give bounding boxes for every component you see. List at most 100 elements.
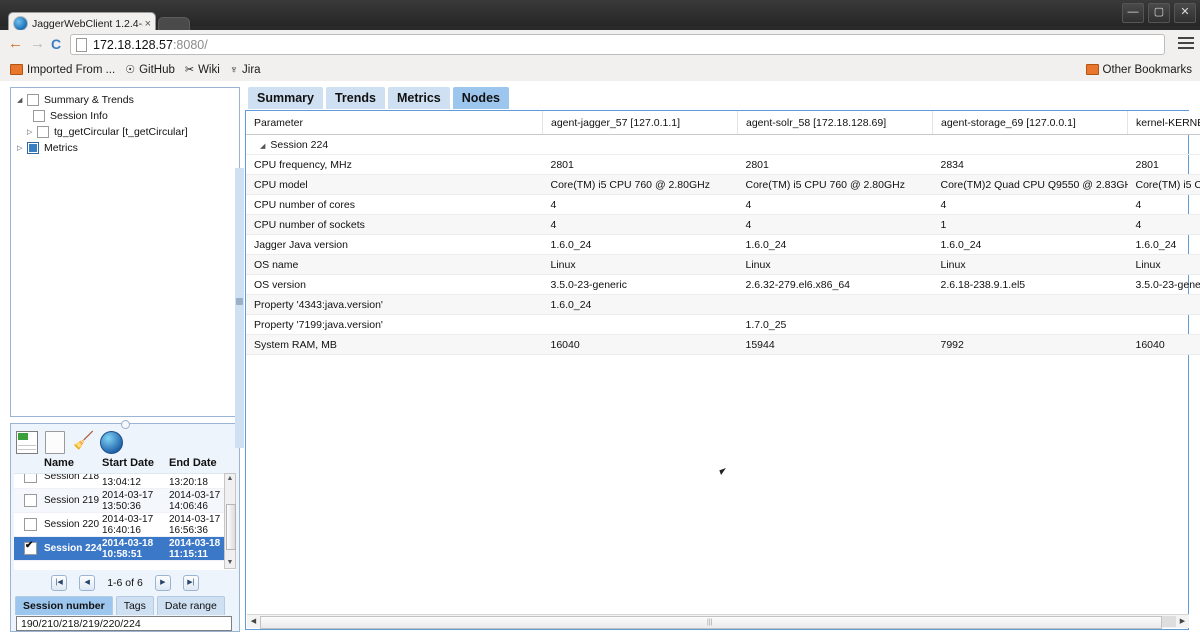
param-value: 1.7.0_25	[737, 314, 933, 335]
column-header-parameter[interactable]: Parameter	[246, 111, 543, 135]
table-row[interactable]: Session 220 2014-03-17 16:40:16 2014-03-…	[14, 513, 236, 537]
param-value: Linux	[932, 254, 1128, 275]
table-row-selected[interactable]: Session 224 2014-03-18 10:58:51 2014-03-…	[14, 537, 236, 561]
param-name: Property '4343:java.version'	[246, 294, 543, 315]
table-row[interactable]: Session 218 2014-03-17 13:04:12 2014-03-…	[14, 474, 236, 489]
scroll-left-icon[interactable]: ◀	[248, 616, 259, 627]
main-tabs: Summary Trends Metrics Nodes	[248, 87, 509, 109]
web-globe-icon[interactable]	[99, 430, 123, 454]
row-checkbox[interactable]	[24, 474, 37, 483]
checkbox-icon[interactable]	[27, 94, 39, 106]
tab-nodes[interactable]: Nodes	[452, 87, 509, 109]
param-value: 3.5.0-23-generic	[1127, 274, 1200, 295]
param-value: 1.6.0_24	[542, 294, 738, 315]
param-value: 4	[1127, 194, 1200, 215]
scroll-up-icon[interactable]: ▲	[225, 474, 235, 484]
address-bar[interactable]: 172.18.128.57:8080/	[70, 34, 1165, 55]
chevron-down-icon[interactable]: ◢	[17, 96, 27, 104]
session-start-date: 2014-03-18 10:58:51	[102, 537, 154, 560]
param-value: 4	[542, 194, 738, 215]
param-value: 1.6.0_24	[542, 234, 738, 255]
column-header-kernel[interactable]: kernel-KERNEL--108391956	[1127, 111, 1200, 135]
url-text: 172.18.128.57:8080/	[93, 38, 208, 52]
bookmark-github[interactable]: ☉ GitHub	[125, 63, 175, 77]
right-column: Summary Trends Metrics Nodes Parameter a…	[245, 87, 1200, 632]
scroll-right-icon[interactable]: ▶	[1177, 616, 1188, 627]
checkbox-icon[interactable]	[37, 126, 49, 138]
chevron-right-icon[interactable]: ▷	[27, 128, 37, 136]
row-checkbox[interactable]	[24, 518, 37, 531]
horizontal-scrollbar[interactable]: ◀ ||| ▶	[247, 614, 1189, 629]
table-row: Property '7199:java.version' 1.7.0_25	[246, 314, 1200, 335]
column-header-name: Name	[44, 457, 74, 469]
tree-item-metrics[interactable]: ▷ Metrics	[11, 140, 239, 156]
other-bookmarks[interactable]: Other Bookmarks	[1085, 64, 1192, 76]
chevron-right-icon[interactable]: ▷	[17, 144, 27, 152]
column-header-agent-jagger[interactable]: agent-jagger_57 [127.0.1.1]	[542, 111, 738, 135]
sessions-vertical-scrollbar[interactable]: ▲ ▼	[224, 473, 236, 569]
tab-trends[interactable]: Trends	[325, 87, 385, 109]
tab-close-icon[interactable]: ×	[145, 18, 151, 30]
clear-broom-icon[interactable]: 🧹	[71, 430, 95, 454]
first-page-button[interactable]: |◀	[51, 575, 68, 591]
prev-page-button[interactable]: ◀	[79, 575, 96, 591]
table-row: CPU frequency, MHz 2801 2801 2834 2801	[246, 154, 1200, 175]
column-header-start-date: Start Date	[102, 457, 154, 469]
sessions-table-body[interactable]: Session 218 2014-03-17 13:04:12 2014-03-…	[14, 473, 236, 570]
jagger-app: ◢ Summary & Trends Session Info ▷ tg_get…	[4, 83, 1200, 635]
table-group-row[interactable]: ◢ Session 224	[246, 134, 1200, 155]
scrollbar-grip-icon: |||	[707, 619, 713, 626]
tree-item-summary-trends[interactable]: ◢ Summary & Trends	[11, 92, 239, 108]
bookmark-jira[interactable]: ♆ Jira	[230, 64, 261, 76]
vertical-splitter[interactable]	[235, 168, 244, 448]
tab-date-range[interactable]: Date range	[156, 596, 225, 615]
table-row: CPU number of sockets 4 4 1 4	[246, 214, 1200, 235]
tab-summary[interactable]: Summary	[248, 87, 323, 109]
row-checkbox[interactable]	[24, 494, 37, 507]
new-page-icon[interactable]	[43, 430, 67, 454]
favicon-icon	[13, 16, 28, 31]
param-name: Jagger Java version	[246, 234, 543, 255]
tree-item-tg-getcircular[interactable]: ▷ tg_getCircular [t_getCircular]	[11, 124, 239, 140]
url-host: 172.18.128.57	[93, 37, 173, 52]
scrollbar-thumb[interactable]: |||	[260, 616, 1162, 629]
splitter-grip-icon[interactable]	[236, 298, 243, 305]
param-value: Core(TM) i5 CPU 760 @ 2.80GHz	[737, 174, 933, 195]
session-name: Session 219	[44, 495, 100, 506]
web-page: ◢ Summary & Trends Session Info ▷ tg_get…	[0, 81, 1200, 641]
scrollbar-thumb[interactable]	[226, 504, 236, 550]
bookmark-wiki[interactable]: ✂ Wiki	[185, 63, 220, 77]
next-page-button[interactable]: ▶	[154, 575, 171, 591]
bookmark-label: Wiki	[198, 63, 220, 76]
export-sheet-icon[interactable]	[15, 430, 39, 454]
checkbox-icon[interactable]	[27, 142, 39, 154]
scroll-down-icon[interactable]: ▼	[225, 558, 235, 568]
group-label-cell: ◢ Session 224	[246, 134, 1200, 155]
param-name: System RAM, MB	[246, 334, 543, 355]
table-row[interactable]: Session 219 2014-03-17 13:50:36 2014-03-…	[14, 489, 236, 513]
tab-metrics[interactable]: Metrics	[387, 87, 450, 109]
param-name: OS name	[246, 254, 543, 275]
tab-tags[interactable]: Tags	[115, 596, 154, 615]
menu-icon[interactable]	[1178, 37, 1194, 51]
tree-item-session-info[interactable]: Session Info	[11, 108, 239, 124]
session-number-input[interactable]: 190/210/218/219/220/224	[16, 616, 232, 631]
back-icon[interactable]: ←	[8, 36, 23, 52]
param-value: 1.6.0_24	[1127, 234, 1200, 255]
browser-window: — ▢ ✕ JaggerWebClient 1.2.4-S × ← → C 17…	[0, 0, 1200, 641]
column-header-agent-storage[interactable]: agent-storage_69 [127.0.0.1]	[932, 111, 1128, 135]
column-header-agent-solr[interactable]: agent-solr_58 [172.18.128.69]	[737, 111, 933, 135]
forward-icon[interactable]: →	[30, 36, 45, 52]
reload-icon[interactable]: C	[51, 36, 61, 52]
url-rest: :8080/	[172, 37, 208, 52]
last-page-button[interactable]: ▶|	[182, 575, 199, 591]
bookmark-imported[interactable]: Imported From ...	[10, 64, 115, 76]
chevron-down-icon[interactable]: ◢	[260, 143, 265, 150]
tree-item-label: Summary & Trends	[44, 94, 134, 106]
table-row: OS name Linux Linux Linux Linux	[246, 254, 1200, 275]
tab-session-number[interactable]: Session number	[15, 596, 113, 615]
checkbox-icon[interactable]	[33, 110, 45, 122]
browser-tabstrip: JaggerWebClient 1.2.4-S ×	[0, 12, 1200, 36]
sessions-pager: |◀ ◀ 1-6 of 6 ▶ ▶|	[11, 574, 239, 592]
row-checkbox[interactable]	[24, 540, 37, 555]
